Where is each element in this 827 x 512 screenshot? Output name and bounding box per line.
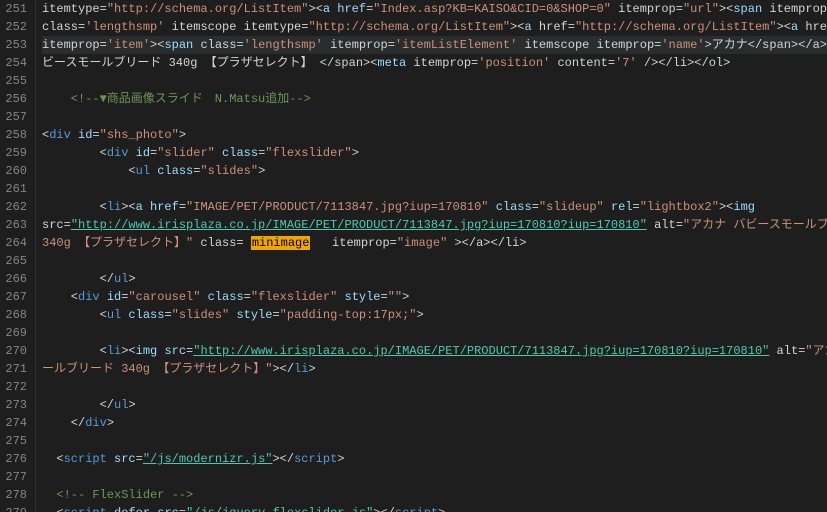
editor-container: 251 252 253 254 255 256 257 258 259 260 … bbox=[0, 0, 827, 512]
code-line-253: itemprop='item'><span class='lengthsmp' … bbox=[42, 36, 827, 54]
ln-261: 261 bbox=[4, 180, 27, 198]
ln-266: 266 bbox=[4, 270, 27, 288]
ln-264: 264 bbox=[4, 234, 27, 252]
code-line-255 bbox=[42, 72, 827, 90]
code-line-279: <script defer src="/js/jquery.flexslider… bbox=[42, 504, 827, 512]
code-line-257 bbox=[42, 108, 827, 126]
code-line-277 bbox=[42, 468, 827, 486]
code-line-271: ールブリード 340g 【プラザセレクト】"></li> bbox=[42, 360, 827, 378]
code-line-265 bbox=[42, 252, 827, 270]
code-line-273: </ul> bbox=[42, 396, 827, 414]
code-line-268: <ul class="slides" style="padding-top:17… bbox=[42, 306, 827, 324]
code-line-263: src="http://www.irisplaza.co.jp/IMAGE/PE… bbox=[42, 216, 827, 234]
ln-269: 269 bbox=[4, 324, 27, 342]
ln-256: 256 bbox=[4, 90, 27, 108]
ln-278: 278 bbox=[4, 486, 27, 504]
code-line-275 bbox=[42, 432, 827, 450]
code-line-258: <div id="shs_photo"> bbox=[42, 126, 827, 144]
code-area: 251 252 253 254 255 256 257 258 259 260 … bbox=[0, 0, 827, 512]
code-line-260: <ul class="slides"> bbox=[42, 162, 827, 180]
ln-257: 257 bbox=[4, 108, 27, 126]
code-line-252: class='lengthsmp' itemscope itemtype="ht… bbox=[42, 18, 827, 36]
code-line-264: 340g 【プラザセレクト】" class= minimage itemprop… bbox=[42, 234, 827, 252]
ln-255: 255 bbox=[4, 72, 27, 90]
ln-259: 259 bbox=[4, 144, 27, 162]
ln-273: 273 bbox=[4, 396, 27, 414]
ln-267: 267 bbox=[4, 288, 27, 306]
code-line-251: itemtype="http://schema.org/ListItem"><a… bbox=[42, 0, 827, 18]
ln-260: 260 bbox=[4, 162, 27, 180]
ln-268: 268 bbox=[4, 306, 27, 324]
code-line-266: </ul> bbox=[42, 270, 827, 288]
ln-254: 254 bbox=[4, 54, 27, 72]
code-line-254: ビースモールブリード 340g 【プラザセレクト】 </span><meta i… bbox=[42, 54, 827, 72]
ln-251: 251 bbox=[4, 0, 27, 18]
code-line-261 bbox=[42, 180, 827, 198]
ln-272: 272 bbox=[4, 378, 27, 396]
ln-275: 275 bbox=[4, 432, 27, 450]
code-line-256: <!--▼商品画像スライド N.Matsu追加--> bbox=[42, 90, 827, 108]
code-line-278: <!-- FlexSlider --> bbox=[42, 486, 827, 504]
ln-265: 265 bbox=[4, 252, 27, 270]
ln-276: 276 bbox=[4, 450, 27, 468]
ln-262: 262 bbox=[4, 198, 27, 216]
ln-253: 253 bbox=[4, 36, 27, 54]
code-line-276: <script src="/js/modernizr.js"></script> bbox=[42, 450, 827, 468]
ln-277: 277 bbox=[4, 468, 27, 486]
code-line-274: </div> bbox=[42, 414, 827, 432]
code-line-259: <div id="slider" class="flexslider"> bbox=[42, 144, 827, 162]
code-line-270: <li><img src="http://www.irisplaza.co.jp… bbox=[42, 342, 827, 360]
ln-270: 270 bbox=[4, 342, 27, 360]
code-line-267: <div id="carousel" class="flexslider" st… bbox=[42, 288, 827, 306]
ln-271: 271 bbox=[4, 360, 27, 378]
ln-279: 279 bbox=[4, 504, 27, 512]
code-content[interactable]: itemtype="http://schema.org/ListItem"><a… bbox=[36, 0, 827, 512]
code-line-272 bbox=[42, 378, 827, 396]
code-line-269 bbox=[42, 324, 827, 342]
line-numbers: 251 252 253 254 255 256 257 258 259 260 … bbox=[0, 0, 36, 512]
code-line-262: <li><a href="IMAGE/PET/PRODUCT/7113847.j… bbox=[42, 198, 827, 216]
ln-252: 252 bbox=[4, 18, 27, 36]
ln-258: 258 bbox=[4, 126, 27, 144]
ln-274: 274 bbox=[4, 414, 27, 432]
ln-263: 263 bbox=[4, 216, 27, 234]
